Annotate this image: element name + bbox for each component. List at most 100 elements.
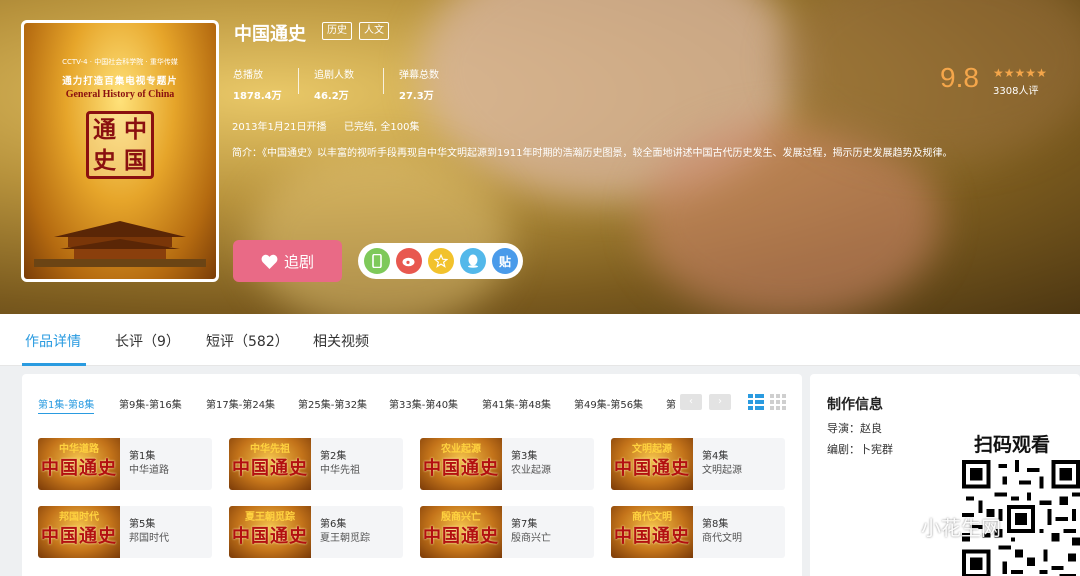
grid-view-icon[interactable] <box>770 394 786 410</box>
chevron-right-icon[interactable]: › <box>709 394 731 410</box>
star-icon: ★ <box>1003 66 1015 80</box>
genre-tag[interactable]: 人文 <box>359 22 389 40</box>
episode-range-41-48[interactable]: 第41集-第48集 <box>482 396 551 411</box>
thumb-subtitle: 殷商兴亡 <box>441 512 481 523</box>
synopsis: 简介：《中国通史》以丰富的视听手段再现自中华文明起源到1911年时期的浩瀚历史图… <box>232 148 953 159</box>
stat-label: 弹幕总数 <box>399 70 439 81</box>
thumb-title: 中国通史 <box>423 526 499 547</box>
episode-range-49-56[interactable]: 第49集-第56集 <box>574 396 643 411</box>
detail-tabs: 作品详情 长评（9） 短评（582） 相关视频 <box>0 314 1080 366</box>
thumb-title: 中国通史 <box>232 458 308 479</box>
episode-number: 第4集 <box>702 451 729 462</box>
star-icon: ★ <box>1036 66 1047 80</box>
star-icon: ★ <box>993 66 1004 80</box>
stat-total-plays: 总播放 1878.4万 <box>233 66 282 102</box>
tab-long-reviews[interactable]: 长评（9） <box>115 331 180 351</box>
chevron-left-icon[interactable]: ‹ <box>680 394 702 410</box>
list-view-icon[interactable] <box>748 394 764 410</box>
episode-status: 已完结, 全100集 <box>344 122 420 133</box>
stat-value: 1878.4万 <box>233 91 282 102</box>
seal-char: 中 <box>124 116 147 143</box>
stat-value: 27.3万 <box>399 91 434 102</box>
thumb-title: 中国通史 <box>41 526 117 547</box>
air-date: 2013年1月21日开播 <box>232 122 327 133</box>
episode-title: 商代文明 <box>702 533 742 544</box>
episode-thumbnail: 商代文明 中国通史 <box>611 506 693 558</box>
tab-details[interactable]: 作品详情 <box>25 331 81 351</box>
thumb-title: 中国通史 <box>423 458 499 479</box>
episode-card[interactable]: 夏王朝觅踪 中国通史 第6集 夏王朝觅踪 <box>229 506 403 558</box>
poster-seal: 通 中 史 国 <box>86 111 154 179</box>
stat-label: 总播放 <box>233 70 263 81</box>
episode-title: 农业起源 <box>511 465 551 476</box>
seal-char: 国 <box>124 147 147 174</box>
episode-range-9-16[interactable]: 第9集-第16集 <box>119 396 182 411</box>
episode-number: 第2集 <box>320 451 347 462</box>
seal-char: 史 <box>93 147 116 174</box>
thumb-title: 中国通史 <box>41 458 117 479</box>
episode-thumbnail: 殷商兴亡 中国通史 <box>420 506 502 558</box>
thumb-subtitle: 中华先祖 <box>250 444 290 455</box>
episode-number: 第7集 <box>511 519 538 530</box>
episode-thumbnail: 中华先祖 中国通史 <box>229 438 311 490</box>
thumb-title: 中国通史 <box>232 526 308 547</box>
stat-label: 追剧人数 <box>314 70 354 81</box>
thumb-subtitle: 商代文明 <box>632 512 672 523</box>
episode-number: 第8集 <box>702 519 729 530</box>
episode-range-33-40[interactable]: 第33集-第40集 <box>389 396 458 411</box>
star-icon: ★ <box>1025 66 1037 80</box>
rating-stars: ★★★★★ <box>993 66 1047 80</box>
active-tab-indicator <box>22 363 86 366</box>
episode-title: 邦国时代 <box>129 533 169 544</box>
follow-button[interactable]: 追剧 <box>233 240 342 282</box>
heart-icon <box>261 254 278 269</box>
episode-range-1-8[interactable]: 第1集-第8集 <box>38 396 95 414</box>
tab-related-videos[interactable]: 相关视频 <box>313 331 369 351</box>
background-blur <box>250 150 510 314</box>
stat-divider <box>298 68 299 94</box>
poster-image[interactable]: CCTV-4 · 中国社会科学院 · 重华传媒 通力打造百集电视专题片 Gene… <box>21 20 219 282</box>
star-icon[interactable] <box>428 248 454 274</box>
thumb-title: 中国通史 <box>614 458 690 479</box>
episode-number: 第3集 <box>511 451 538 462</box>
poster-english-title: General History of China <box>65 89 175 100</box>
show-title: 中国通史 <box>234 24 306 45</box>
episode-card[interactable]: 邦国时代 中国通史 第5集 邦国时代 <box>38 506 212 558</box>
qq-icon[interactable] <box>460 248 486 274</box>
seal-char: 通 <box>93 116 116 143</box>
tieba-icon[interactable]: 贴 <box>492 248 518 274</box>
thumb-subtitle: 邦国时代 <box>59 512 99 523</box>
episode-card[interactable]: 文明起源 中国通史 第4集 文明起源 <box>611 438 785 490</box>
episode-card[interactable]: 中华道路 中国通史 第1集 中华道路 <box>38 438 212 490</box>
episode-number: 第5集 <box>129 519 156 530</box>
phone-icon[interactable] <box>364 248 390 274</box>
episode-card[interactable]: 中华先祖 中国通史 第2集 中华先祖 <box>229 438 403 490</box>
episode-card[interactable]: 殷商兴亡 中国通史 第7集 殷商兴亡 <box>420 506 594 558</box>
episode-card[interactable]: 农业起源 中国通史 第3集 农业起源 <box>420 438 594 490</box>
production-panel: 制作信息 导演：赵良 编剧：卜宪群 扫码观看 <box>810 374 1080 576</box>
thumb-subtitle: 中华道路 <box>59 444 99 455</box>
episode-range-25-32[interactable]: 第25集-第32集 <box>298 396 367 411</box>
poster-slogan: 通力打造百集电视专题片 <box>62 76 178 87</box>
weibo-icon[interactable] <box>396 248 422 274</box>
watermark-text: 小花生网 <box>921 516 1001 540</box>
episode-thumbnail: 文明起源 中国通史 <box>611 438 693 490</box>
episode-range-partial[interactable]: 第 <box>666 396 676 411</box>
stat-followers: 追剧人数 46.2万 <box>314 66 354 102</box>
episode-title: 文明起源 <box>702 465 742 476</box>
episode-range-17-24[interactable]: 第17集-第24集 <box>206 396 275 411</box>
episode-number: 第1集 <box>129 451 156 462</box>
tab-short-reviews[interactable]: 短评（582） <box>206 331 289 351</box>
episode-title: 夏王朝觅踪 <box>320 533 370 544</box>
rating-count: 3308人评 <box>993 86 1039 97</box>
wechat-icon <box>885 515 915 538</box>
tieba-label: 贴 <box>498 254 511 269</box>
production-title: 制作信息 <box>827 397 883 413</box>
genre-tag[interactable]: 历史 <box>322 22 352 40</box>
episode-thumbnail: 夏王朝觅踪 中国通史 <box>229 506 311 558</box>
watermark: 小花生网 <box>885 512 1001 541</box>
thumb-subtitle: 农业起源 <box>441 444 481 455</box>
episode-card[interactable]: 商代文明 中国通史 第8集 商代文明 <box>611 506 785 558</box>
episode-number: 第6集 <box>320 519 347 530</box>
hero-banner: CCTV-4 · 中国社会科学院 · 重华传媒 通力打造百集电视专题片 Gene… <box>0 0 1080 314</box>
